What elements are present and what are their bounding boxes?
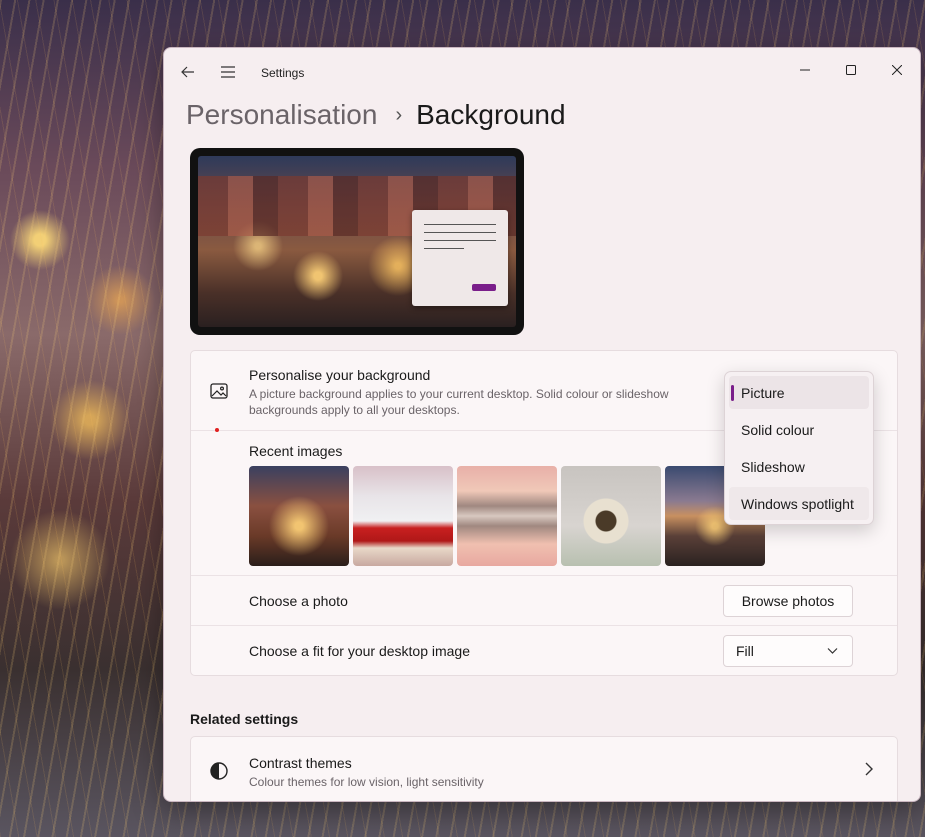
breadcrumb-separator: › <box>395 103 403 126</box>
page-title: Background <box>416 99 566 130</box>
title-bar: Settings <box>164 48 920 96</box>
contrast-themes-description: Colour themes for low vision, light sens… <box>249 775 484 789</box>
contrast-themes-card[interactable]: Contrast themes Colour themes for low vi… <box>190 736 898 801</box>
maximize-button[interactable] <box>828 56 874 84</box>
navigation-menu-button[interactable] <box>216 60 240 84</box>
fit-label: Choose a fit for your desktop image <box>249 643 471 659</box>
desktop-preview <box>190 148 524 335</box>
option-slideshow[interactable]: Slideshow <box>729 450 869 483</box>
minimize-icon <box>800 69 810 71</box>
personalise-description: A picture background applies to your cur… <box>249 387 669 417</box>
recent-image-red-cabins-snow[interactable] <box>353 466 453 566</box>
breadcrumb: Personalisation › Background <box>186 95 566 135</box>
indicator-dot <box>215 428 219 432</box>
selected-indicator <box>731 385 734 401</box>
chevron-down-icon <box>827 648 838 654</box>
close-button[interactable] <box>874 56 920 84</box>
choose-photo-label: Choose a photo <box>249 593 348 609</box>
choose-photo-row: Choose a photo Browse photos <box>191 575 897 626</box>
preview-wallpaper <box>198 156 516 327</box>
close-icon <box>892 65 902 75</box>
back-arrow-icon <box>181 66 194 78</box>
minimize-button[interactable] <box>782 56 828 84</box>
breadcrumb-parent[interactable]: Personalisation <box>186 99 377 131</box>
browse-photos-button[interactable]: Browse photos <box>723 585 853 617</box>
hamburger-icon <box>221 66 235 78</box>
related-settings-heading: Related settings <box>190 711 299 727</box>
personalise-title: Personalise your background <box>249 367 431 383</box>
recent-images-label: Recent images <box>249 443 343 459</box>
settings-window: Settings Personalisation › Background Pe… <box>163 47 921 802</box>
recent-image-mountain-lake[interactable] <box>457 466 557 566</box>
option-picture[interactable]: Picture <box>729 376 869 409</box>
preview-accent-button <box>472 284 496 291</box>
option-windows-spotlight[interactable]: Windows spotlight <box>729 487 869 520</box>
fit-value: Fill <box>736 643 754 659</box>
picture-icon <box>210 383 228 399</box>
window-title: Settings <box>261 66 305 80</box>
preview-window-mock <box>412 210 508 306</box>
contrast-icon <box>210 762 228 780</box>
option-solid-colour[interactable]: Solid colour <box>729 413 869 446</box>
fit-dropdown[interactable]: Fill <box>723 635 853 667</box>
contrast-themes-title: Contrast themes <box>249 755 352 771</box>
chevron-right-icon <box>865 762 873 776</box>
maximize-icon <box>846 65 856 75</box>
fit-row: Choose a fit for your desktop image Fill <box>191 626 897 676</box>
back-button[interactable] <box>176 60 200 84</box>
background-type-dropdown: Picture Solid colour Slideshow Windows s… <box>724 371 874 525</box>
recent-image-owl[interactable] <box>561 466 661 566</box>
recent-images-list <box>249 466 765 566</box>
recent-image-christmas-market[interactable] <box>249 466 349 566</box>
